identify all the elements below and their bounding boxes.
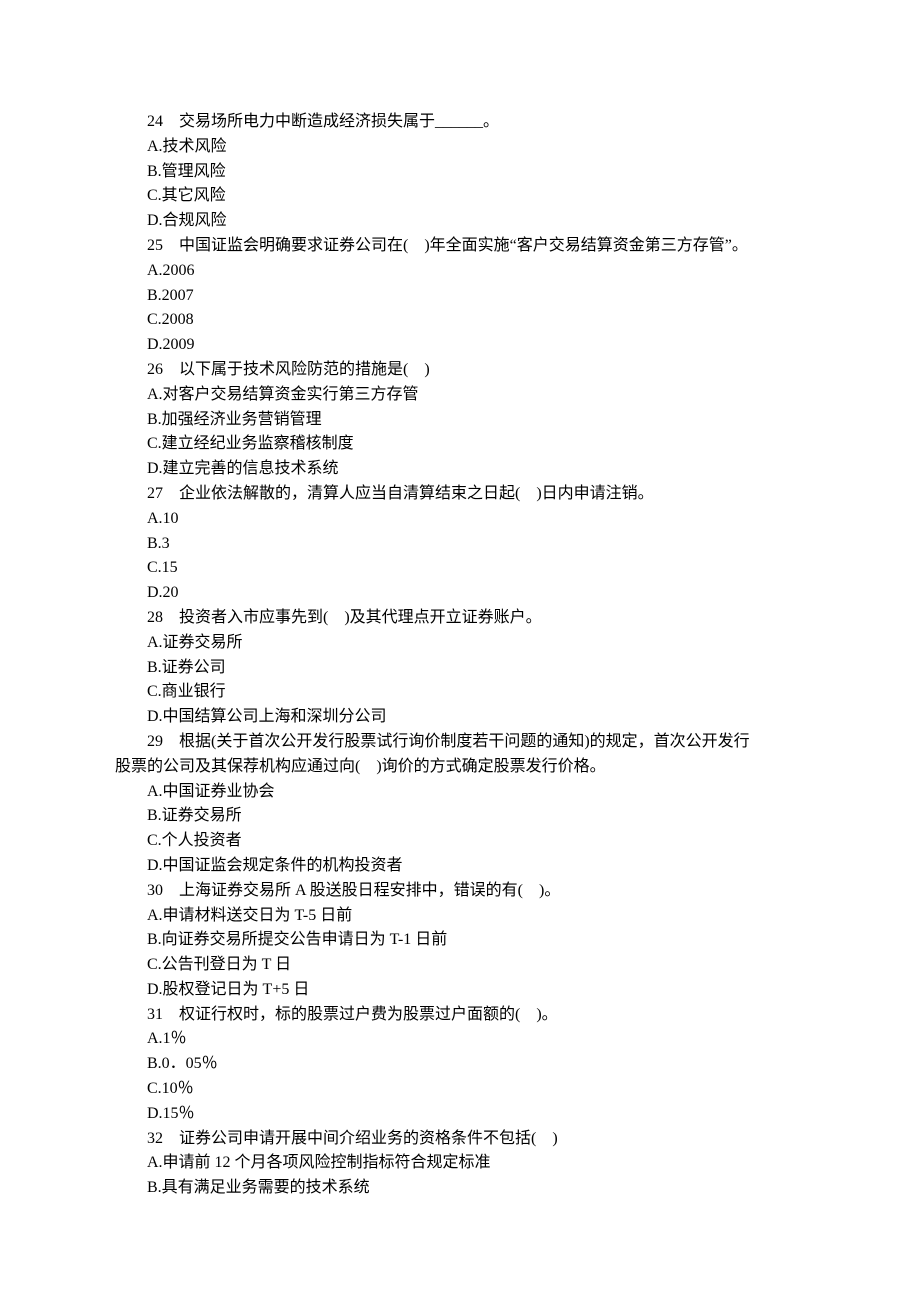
option-text: D.20 (115, 581, 805, 606)
option-text: A.2006 (115, 259, 805, 284)
option-text: D.股权登记日为 T+5 日 (115, 978, 805, 1003)
option-text: A.申请前 12 个月各项风险控制指标符合规定标准 (115, 1151, 805, 1176)
option-text: C.建立经纪业务监察稽核制度 (115, 432, 805, 457)
option-text: A.申请材料送交日为 T-5 日前 (115, 904, 805, 929)
option-text: C.公告刊登日为 T 日 (115, 953, 805, 978)
option-text: C.个人投资者 (115, 829, 805, 854)
option-text: D.建立完善的信息技术系统 (115, 457, 805, 482)
option-text: A.证券交易所 (115, 631, 805, 656)
option-text: B.0．05％ (115, 1052, 805, 1077)
option-text: A.1％ (115, 1027, 805, 1052)
document-page: 24 交易场所电力中断造成经济损失属于______。A.技术风险B.管理风险C.… (0, 0, 920, 1302)
option-text: A.10 (115, 507, 805, 532)
option-text: D.中国结算公司上海和深圳分公司 (115, 705, 805, 730)
question-text: 32 证券公司申请开展中间介绍业务的资格条件不包括( ) (115, 1127, 805, 1152)
option-text: B.加强经济业务营销管理 (115, 408, 805, 433)
option-text: B.具有满足业务需要的技术系统 (115, 1176, 805, 1201)
question-text: 30 上海证券交易所 A 股送股日程安排中，错误的有( )。 (115, 879, 805, 904)
option-text: D.中国证监会规定条件的机构投资者 (115, 854, 805, 879)
question-text: 27 企业依法解散的，清算人应当自清算结束之日起( )日内申请注销。 (115, 482, 805, 507)
question-text: 24 交易场所电力中断造成经济损失属于______。 (115, 110, 805, 135)
question-text: 25 中国证监会明确要求证券公司在( )年全面实施“客户交易结算资金第三方存管”… (115, 234, 805, 259)
option-text: C.其它风险 (115, 184, 805, 209)
option-text: B.2007 (115, 284, 805, 309)
option-text: B.向证券交易所提交公告申请日为 T-1 日前 (115, 928, 805, 953)
option-text: A.对客户交易结算资金实行第三方存管 (115, 383, 805, 408)
option-text: B.3 (115, 532, 805, 557)
option-text: D.合规风险 (115, 209, 805, 234)
option-text: B.证券公司 (115, 656, 805, 681)
option-text: C.15 (115, 556, 805, 581)
option-text: A.中国证券业协会 (115, 780, 805, 805)
option-text: B.管理风险 (115, 160, 805, 185)
question-text: 28 投资者入市应事先到( )及其代理点开立证券账户。 (115, 606, 805, 631)
question-text-continuation: 股票的公司及其保荐机构应通过向( )询价的方式确定股票发行价格。 (115, 755, 805, 780)
question-text: 29 根据(关于首次公开发行股票试行询价制度若干问题的通知)的规定，首次公开发行 (115, 730, 805, 755)
option-text: A.技术风险 (115, 135, 805, 160)
question-text: 26 以下属于技术风险防范的措施是( ) (115, 358, 805, 383)
option-text: D.2009 (115, 333, 805, 358)
option-text: C.2008 (115, 308, 805, 333)
option-text: C.商业银行 (115, 680, 805, 705)
option-text: B.证券交易所 (115, 804, 805, 829)
option-text: D.15％ (115, 1102, 805, 1127)
option-text: C.10％ (115, 1077, 805, 1102)
question-text: 31 权证行权时，标的股票过户费为股票过户面额的( )。 (115, 1003, 805, 1028)
